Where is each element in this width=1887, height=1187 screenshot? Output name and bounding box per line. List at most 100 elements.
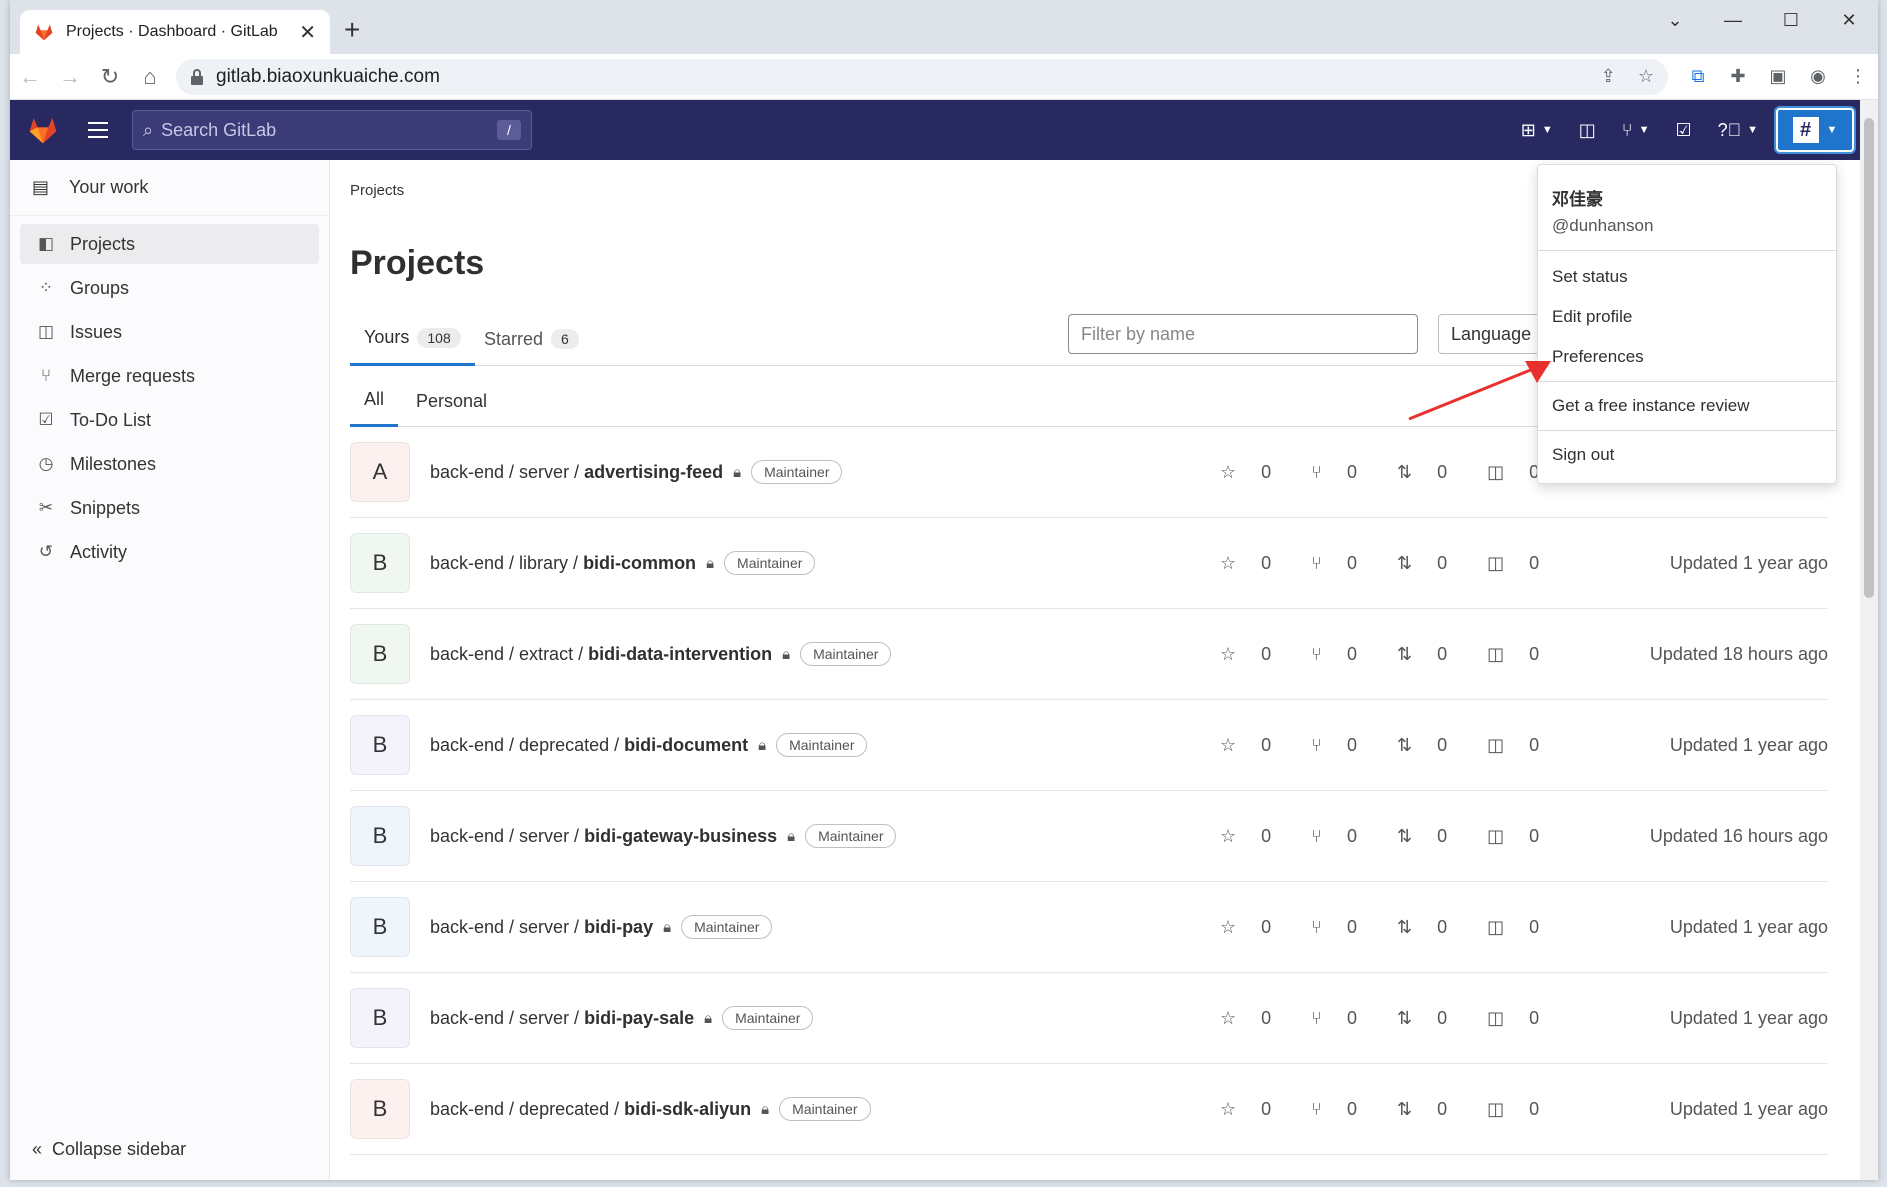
stars-count[interactable]: ☆ 0 — [1220, 1099, 1291, 1120]
stars-count[interactable]: ☆ 0 — [1220, 462, 1291, 483]
tab-search-icon[interactable]: ⌄ — [1646, 0, 1704, 40]
sign-out-item[interactable]: Sign out — [1538, 435, 1836, 475]
issues-button[interactable]: ◫ — [1579, 120, 1596, 141]
filter-input[interactable]: Filter by name — [1068, 314, 1418, 354]
create-new-button[interactable]: ⊞ ▼ — [1521, 120, 1553, 141]
project-name[interactable]: bidi-gateway-business — [584, 826, 777, 846]
merge-requests-count[interactable]: ⇅ 0 — [1397, 1008, 1467, 1029]
sidebar-item-snippets[interactable]: ✂ Snippets — [20, 488, 319, 528]
merge-requests-count[interactable]: ⇅ 0 — [1397, 1099, 1467, 1120]
close-tab-icon[interactable]: ✕ — [299, 20, 316, 45]
project-namespace[interactable]: back-end / server / bidi-gateway-busines… — [430, 826, 777, 847]
project-name[interactable]: bidi-pay — [584, 917, 653, 937]
project-name[interactable]: bidi-data-intervention — [588, 644, 772, 664]
forward-icon[interactable]: → — [50, 64, 90, 90]
back-icon[interactable]: ← — [10, 64, 50, 90]
stars-count[interactable]: ☆ 0 — [1220, 917, 1291, 938]
project-name[interactable]: advertising-feed — [584, 462, 723, 482]
project-avatar[interactable]: B — [350, 897, 410, 957]
subtab-personal[interactable]: Personal — [402, 375, 501, 427]
stars-count[interactable]: ☆ 0 — [1220, 826, 1291, 847]
stars-count[interactable]: ☆ 0 — [1220, 735, 1291, 756]
preferences-item[interactable]: Preferences — [1538, 337, 1836, 377]
project-namespace[interactable]: back-end / deprecated / bidi-sdk-aliyun — [430, 1099, 751, 1120]
project-row[interactable]: B back-end / server / bidi-gateway-busin… — [350, 791, 1828, 882]
project-namespace[interactable]: back-end / deprecated / bidi-document — [430, 735, 748, 756]
project-avatar[interactable]: B — [350, 624, 410, 684]
sidebar-item-merge-requests[interactable]: ⑂ Merge requests — [20, 356, 319, 396]
forks-count[interactable]: ⑂ 0 — [1311, 1008, 1377, 1029]
forks-count[interactable]: ⑂ 0 — [1311, 735, 1377, 756]
issues-count[interactable]: ◫ 0 — [1487, 553, 1559, 574]
tab-starred[interactable]: Starred 6 — [470, 312, 593, 366]
project-avatar[interactable]: B — [350, 1079, 410, 1139]
issues-count[interactable]: ◫ 0 — [1487, 1099, 1559, 1120]
user-menu-button[interactable]: # ▼ — [1776, 108, 1854, 152]
merge-requests-count[interactable]: ⇅ 0 — [1397, 644, 1467, 665]
collapse-sidebar-button[interactable]: « Collapse sidebar — [32, 1139, 186, 1160]
browser-menu-icon[interactable]: ⋮ — [1838, 66, 1878, 87]
issues-count[interactable]: ◫ 0 — [1487, 826, 1559, 847]
project-namespace[interactable]: back-end / server / bidi-pay — [430, 917, 653, 938]
issues-count[interactable]: ◫ 0 — [1487, 644, 1559, 665]
project-avatar[interactable]: B — [350, 533, 410, 593]
forks-count[interactable]: ⑂ 0 — [1311, 462, 1377, 483]
maximize-icon[interactable]: ☐ — [1762, 0, 1820, 40]
merge-requests-count[interactable]: ⇅ 0 — [1397, 917, 1467, 938]
browser-tab[interactable]: Projects · Dashboard · GitLab ✕ — [20, 10, 330, 54]
forks-count[interactable]: ⑂ 0 — [1311, 917, 1377, 938]
minimize-icon[interactable]: — — [1704, 0, 1762, 40]
sidebar-item-projects[interactable]: ◧ Projects — [20, 224, 319, 264]
project-name[interactable]: bidi-common — [583, 553, 696, 573]
merge-requests-count[interactable]: ⇅ 0 — [1397, 462, 1467, 483]
side-panel-icon[interactable]: ▣ — [1758, 66, 1798, 87]
user-menu-header[interactable]: 邓佳豪 @dunhanson — [1538, 165, 1836, 251]
new-tab-icon[interactable]: + — [344, 14, 360, 46]
tab-yours[interactable]: Yours 108 — [350, 312, 475, 366]
project-row[interactable]: B back-end / library / bidi-common 🔒︎ Ma… — [350, 518, 1828, 609]
project-avatar[interactable]: B — [350, 806, 410, 866]
reload-icon[interactable]: ↻ — [90, 64, 130, 90]
sidebar-item-groups[interactable]: ⁘ Groups — [20, 268, 319, 308]
project-avatar[interactable]: B — [350, 715, 410, 775]
translate-extension-icon[interactable]: ⧉ — [1678, 66, 1718, 87]
forks-count[interactable]: ⑂ 0 — [1311, 553, 1377, 574]
sidebar-item-milestones[interactable]: ◷ Milestones — [20, 444, 319, 484]
project-name[interactable]: bidi-document — [624, 735, 748, 755]
sidebar-context[interactable]: ▤ Your work — [10, 160, 329, 216]
bookmark-star-icon[interactable]: ☆ — [1638, 66, 1654, 87]
sidebar-item-todo-list[interactable]: ☑ To-Do List — [20, 400, 319, 440]
forks-count[interactable]: ⑂ 0 — [1311, 826, 1377, 847]
project-name[interactable]: bidi-pay-sale — [584, 1008, 694, 1028]
breadcrumb[interactable]: Projects — [350, 182, 404, 199]
merge-requests-button[interactable]: ⑂ ▼ — [1622, 120, 1650, 141]
page-scrollbar[interactable] — [1860, 100, 1878, 1180]
merge-requests-count[interactable]: ⇅ 0 — [1397, 735, 1467, 756]
forks-count[interactable]: ⑂ 0 — [1311, 1099, 1377, 1120]
sidebar-item-issues[interactable]: ◫ Issues — [20, 312, 319, 352]
project-name[interactable]: bidi-sdk-aliyun — [624, 1099, 751, 1119]
project-row[interactable]: B back-end / extract / bidi-data-interve… — [350, 609, 1828, 700]
project-row[interactable]: B back-end / server / bidi-pay 🔒︎ Mainta… — [350, 882, 1828, 973]
gitlab-logo-icon[interactable] — [26, 114, 60, 146]
project-namespace[interactable]: back-end / library / bidi-common — [430, 553, 696, 574]
profile-avatar-icon[interactable]: ◉ — [1798, 66, 1838, 87]
todos-button[interactable]: ☑ — [1675, 120, 1691, 141]
set-status-item[interactable]: Set status — [1538, 257, 1836, 297]
stars-count[interactable]: ☆ 0 — [1220, 644, 1291, 665]
search-input[interactable]: ⌕ Search GitLab / — [132, 110, 532, 150]
issues-count[interactable]: ◫ 0 — [1487, 735, 1559, 756]
project-row[interactable]: B back-end / server / bidi-pay-sale 🔒︎ M… — [350, 973, 1828, 1064]
share-icon[interactable]: ⇪ — [1601, 66, 1616, 87]
project-avatar[interactable]: B — [350, 988, 410, 1048]
free-instance-review-item[interactable]: Get a free instance review — [1538, 386, 1836, 426]
main-menu-icon[interactable] — [82, 114, 114, 146]
project-namespace[interactable]: back-end / extract / bidi-data-intervent… — [430, 644, 772, 665]
project-avatar[interactable]: A — [350, 442, 410, 502]
project-namespace[interactable]: back-end / server / bidi-pay-sale — [430, 1008, 694, 1029]
project-row[interactable]: B back-end / deprecated / bidi-document … — [350, 700, 1828, 791]
close-window-icon[interactable]: ✕ — [1820, 0, 1878, 40]
home-icon[interactable]: ⌂ — [130, 64, 170, 90]
issues-count[interactable]: ◫ 0 — [1487, 1008, 1559, 1029]
sidebar-item-activity[interactable]: ↺ Activity — [20, 532, 319, 572]
